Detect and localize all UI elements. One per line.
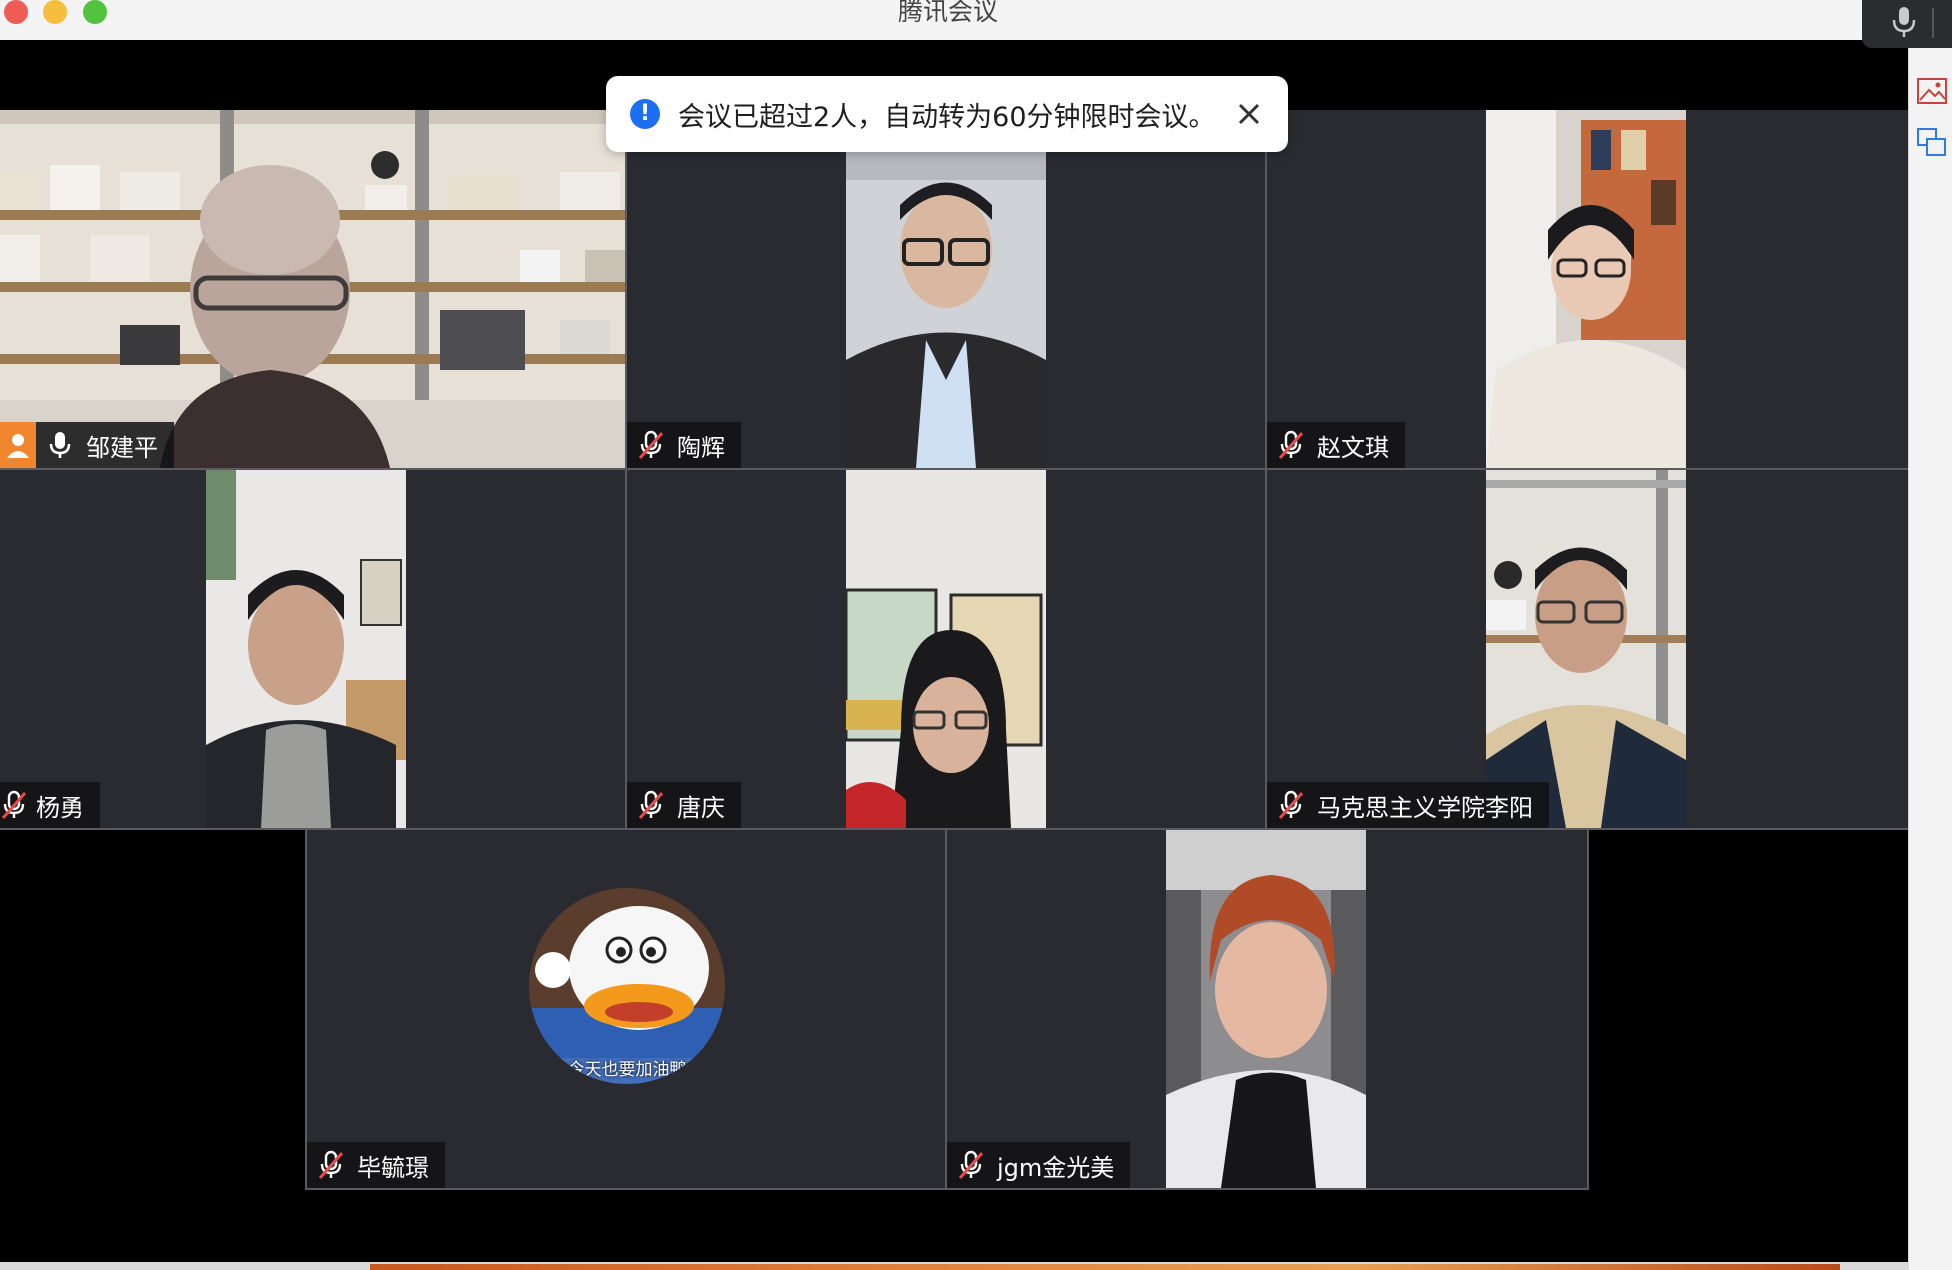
meeting-limit-notification: ! 会议已超过2人，自动转为60分钟限时会议。 [606,76,1288,152]
mic-muted-icon[interactable] [957,1150,985,1180]
participant-name: 毕毓璟 [357,1153,429,1182]
mic-muted-icon[interactable] [0,790,28,820]
participant-name-tag: 马克思主义学院李阳 [1267,782,1549,828]
mic-muted-icon[interactable] [1277,430,1305,460]
participant-name: 杨勇 [36,793,84,822]
right-side-panel [1908,40,1952,1270]
window-switch-button[interactable] [1915,126,1949,160]
participant-name-tag: 陶辉 [627,422,741,468]
participant-video [1166,830,1366,1188]
image-button[interactable] [1915,74,1949,108]
window-title: 腾讯会议 [897,0,998,26]
participant-video [1486,110,1686,468]
participant-name-tag: 赵文琪 [1267,422,1405,468]
participant-name: 赵文琪 [1317,433,1389,462]
microphone-icon [1892,7,1916,37]
participant-name-tag: 邹建平 [36,422,174,468]
title-bar: 腾讯会议 [0,0,1908,40]
notification-message: 会议已超过2人，自动转为60分钟限时会议。 [678,101,1216,133]
mic-on-icon[interactable] [46,430,74,460]
participant-video [206,470,406,828]
participant-name: 邹建平 [86,433,158,462]
info-icon: ! [630,99,660,129]
participant-video [846,470,1046,828]
participant-tile[interactable]: 陶辉 [627,110,1265,468]
divider [1932,8,1934,38]
participant-tile[interactable]: 马克思主义学院李阳 [1267,470,1908,828]
participant-name-tag: 杨勇 [0,782,100,828]
participant-tile[interactable]: 邹建平 [0,110,625,468]
image-icon [1917,78,1947,104]
mic-muted-icon[interactable] [637,430,665,460]
host-badge [0,422,36,468]
participant-video [0,110,625,468]
avatar-caption: 今天也要加油鸭 [567,1060,687,1080]
participant-name-tag: jgm金光美 [947,1142,1131,1188]
floating-mic-button[interactable] [1862,0,1952,48]
close-icon [1238,103,1260,125]
participant-tile[interactable]: 赵文琪 [1267,110,1908,468]
participant-tile[interactable]: 杨勇 [0,470,625,828]
mic-muted-icon[interactable] [637,790,665,820]
participant-name: 陶辉 [677,433,725,462]
windows-icon [1917,128,1946,156]
desktop-wallpaper [370,1264,1840,1270]
participant-name: 唐庆 [677,793,725,822]
participant-video [1486,470,1686,828]
desktop-background-strip [0,1262,1908,1270]
participant-video [846,110,1046,468]
mic-muted-icon[interactable] [317,1150,345,1180]
participant-tile[interactable]: 今天也要加油鸭 毕毓璟 [307,830,945,1188]
participant-name: 马克思主义学院李阳 [1317,793,1533,822]
close-notification-button[interactable] [1234,99,1264,129]
video-grid: 邹建平 陶辉 赵文琪 杨勇 唐庆 马克思主义学院李阳 今天也要加油鸭 毕毓璟 j… [0,40,1908,1265]
user-icon [7,434,29,458]
participant-name: jgm金光美 [997,1153,1115,1182]
participant-tile[interactable]: jgm金光美 [947,830,1587,1188]
meeting-window: 腾讯会议 邹建平 陶辉 赵文琪 杨勇 唐庆 马克思主义学院李阳 今天也要加油鸭 … [0,0,1952,1270]
participant-name-tag: 毕毓璟 [307,1142,445,1188]
mic-muted-icon[interactable] [1277,790,1305,820]
participant-name-tag: 唐庆 [627,782,741,828]
participant-avatar: 今天也要加油鸭 [529,888,725,1084]
participant-tile[interactable]: 唐庆 [627,470,1265,828]
